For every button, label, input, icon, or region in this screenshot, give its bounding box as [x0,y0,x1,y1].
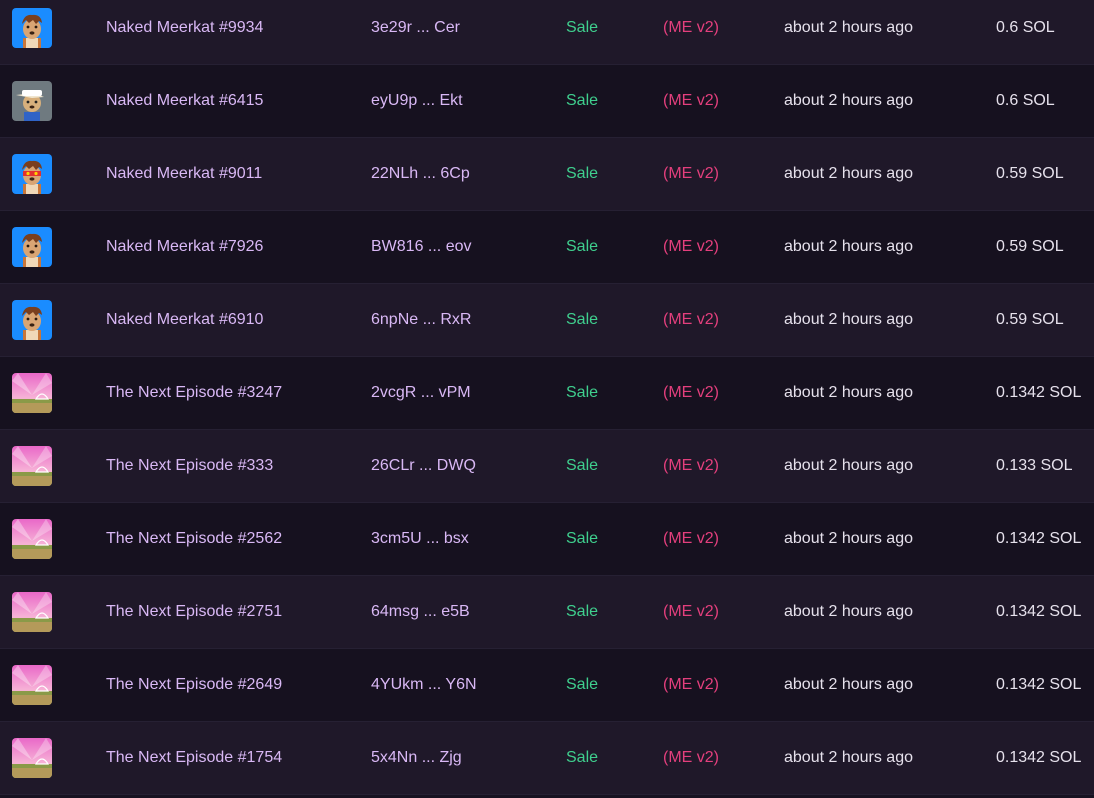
timestamp: about 2 hours ago [784,238,913,255]
timestamp: about 2 hours ago [784,676,913,693]
nft-thumbnail[interactable] [12,8,52,48]
timestamp: about 2 hours ago [784,530,913,547]
timestamp: about 2 hours ago [784,165,913,182]
price: 0.59 SOL [996,238,1064,255]
nft-name-link[interactable]: The Next Episode #333 [106,430,273,502]
nft-thumbnail[interactable] [12,154,52,194]
marketplace-label: (ME v2) [663,530,719,547]
nft-name-link[interactable]: The Next Episode #3247 [106,357,282,429]
table-row[interactable]: The Next Episode #3247 2vcgR ... vPM Sal… [0,357,1094,430]
nft-name-link[interactable]: Naked Meerkat #9011 [106,138,262,210]
price: 0.1342 SOL [996,749,1082,766]
activity-type: Sale [566,92,599,109]
marketplace-label: (ME v2) [663,165,719,182]
activity-table: Naked Meerkat #9934 3e29r ... Cer Sale (… [0,0,1094,795]
activity-type: Sale [566,311,599,328]
activity-type: Sale [566,19,599,36]
transaction-address-link[interactable]: 26CLr ... DWQ [371,430,476,502]
timestamp: about 2 hours ago [784,603,913,620]
price: 0.1342 SOL [996,676,1082,693]
nft-name-link[interactable]: The Next Episode #2751 [106,576,282,648]
timestamp: about 2 hours ago [784,457,913,474]
activity-type: Sale [566,603,599,620]
timestamp: about 2 hours ago [784,384,913,401]
marketplace-label: (ME v2) [663,384,719,401]
transaction-address-link[interactable]: eyU9p ... Ekt [371,65,463,137]
price: 0.59 SOL [996,311,1064,328]
activity-type: Sale [566,457,599,474]
nft-name-link[interactable]: Naked Meerkat #9934 [106,0,263,64]
nft-thumbnail[interactable] [12,519,52,559]
transaction-address-link[interactable]: 2vcgR ... vPM [371,357,471,429]
table-row[interactable]: The Next Episode #333 26CLr ... DWQ Sale… [0,430,1094,503]
nft-name-link[interactable]: Naked Meerkat #6415 [106,65,263,137]
timestamp: about 2 hours ago [784,311,913,328]
nft-name-link[interactable]: Naked Meerkat #7926 [106,211,263,283]
price: 0.1342 SOL [996,603,1082,620]
price: 0.133 SOL [996,457,1073,474]
transaction-address-link[interactable]: 22NLh ... 6Cp [371,138,470,210]
marketplace-label: (ME v2) [663,19,719,36]
table-row[interactable]: Naked Meerkat #9934 3e29r ... Cer Sale (… [0,0,1094,65]
nft-thumbnail[interactable] [12,81,52,121]
price: 0.1342 SOL [996,530,1082,547]
nft-thumbnail[interactable] [12,373,52,413]
nft-name-link[interactable]: Naked Meerkat #6910 [106,284,263,356]
transaction-address-link[interactable]: 4YUkm ... Y6N [371,649,477,721]
table-row[interactable]: Naked Meerkat #9011 22NLh ... 6Cp Sale (… [0,138,1094,211]
table-row[interactable]: Naked Meerkat #6415 eyU9p ... Ekt Sale (… [0,65,1094,138]
table-row[interactable]: The Next Episode #1754 5x4Nn ... Zjg Sal… [0,722,1094,795]
table-row[interactable]: The Next Episode #2751 64msg ... e5B Sal… [0,576,1094,649]
nft-thumbnail[interactable] [12,738,52,778]
transaction-address-link[interactable]: 5x4Nn ... Zjg [371,722,462,794]
transaction-address-link[interactable]: 3e29r ... Cer [371,0,460,64]
nft-thumbnail[interactable] [12,227,52,267]
marketplace-label: (ME v2) [663,311,719,328]
transaction-address-link[interactable]: BW816 ... eov [371,211,472,283]
timestamp: about 2 hours ago [784,19,913,36]
activity-type: Sale [566,676,599,693]
marketplace-label: (ME v2) [663,92,719,109]
transaction-address-link[interactable]: 6npNe ... RxR [371,284,471,356]
timestamp: about 2 hours ago [784,749,913,766]
table-row[interactable]: The Next Episode #2649 4YUkm ... Y6N Sal… [0,649,1094,722]
activity-type: Sale [566,238,599,255]
marketplace-label: (ME v2) [663,749,719,766]
nft-name-link[interactable]: The Next Episode #2649 [106,649,282,721]
timestamp: about 2 hours ago [784,92,913,109]
price: 0.6 SOL [996,19,1055,36]
nft-thumbnail[interactable] [12,446,52,486]
price: 0.1342 SOL [996,384,1082,401]
transaction-address-link[interactable]: 64msg ... e5B [371,576,470,648]
activity-type: Sale [566,749,599,766]
price: 0.6 SOL [996,92,1055,109]
marketplace-label: (ME v2) [663,457,719,474]
marketplace-label: (ME v2) [663,676,719,693]
marketplace-label: (ME v2) [663,603,719,620]
table-row[interactable]: The Next Episode #2562 3cm5U ... bsx Sal… [0,503,1094,576]
nft-name-link[interactable]: The Next Episode #1754 [106,722,282,794]
nft-thumbnail[interactable] [12,665,52,705]
table-row[interactable]: Naked Meerkat #6910 6npNe ... RxR Sale (… [0,284,1094,357]
activity-type: Sale [566,165,599,182]
activity-type: Sale [566,530,599,547]
price: 0.59 SOL [996,165,1064,182]
nft-name-link[interactable]: The Next Episode #2562 [106,503,282,575]
activity-type: Sale [566,384,599,401]
transaction-address-link[interactable]: 3cm5U ... bsx [371,503,469,575]
table-row[interactable]: Naked Meerkat #7926 BW816 ... eov Sale (… [0,211,1094,284]
nft-thumbnail[interactable] [12,592,52,632]
marketplace-label: (ME v2) [663,238,719,255]
nft-thumbnail[interactable] [12,300,52,340]
